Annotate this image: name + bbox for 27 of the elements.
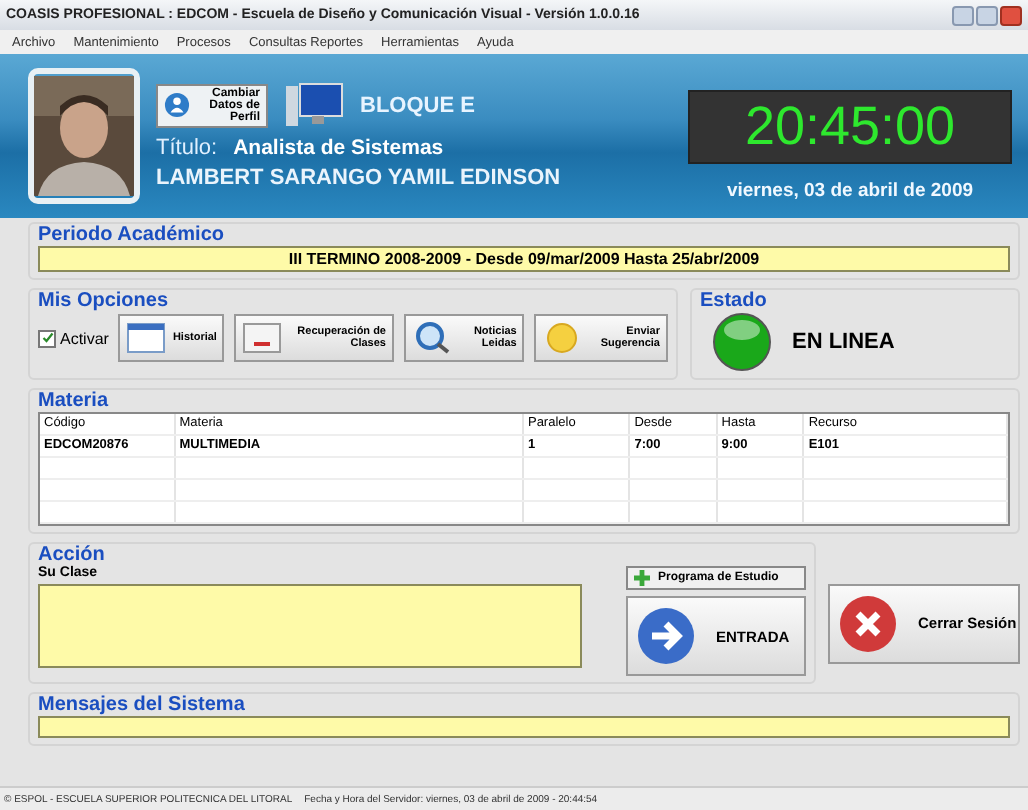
title-value: Analista de Sistemas — [233, 136, 444, 160]
title-label: Título: — [156, 136, 218, 160]
person-icon — [164, 92, 190, 119]
date-label: viernes, 03 de abril de 2009 — [726, 180, 974, 202]
user-name: LAMBERT SARANGO YAMIL EDINSON — [156, 166, 563, 190]
section-heading: Materia — [38, 390, 111, 412]
section-heading: Estado — [700, 290, 769, 312]
section-heading: Periodo Académico — [38, 224, 226, 246]
circle-icon — [542, 322, 583, 354]
minimize-button[interactable] — [952, 5, 974, 25]
close-icon — [838, 593, 898, 653]
section-heading: Mis Opciones — [38, 290, 171, 312]
search-icon — [412, 322, 452, 354]
section-heading: Mensajes del Sistema — [38, 694, 247, 716]
block-label: BLOQUE E — [360, 94, 475, 118]
activate-checkbox[interactable]: Activar — [38, 329, 109, 347]
check-icon — [41, 332, 53, 344]
plus-icon — [634, 570, 650, 586]
clock-display: 20:45:00 — [688, 90, 1012, 164]
window-icon — [126, 322, 167, 354]
monitor-icon — [284, 82, 344, 130]
status-text: EN LINEA — [792, 330, 895, 354]
period-field: III TERMINO 2008-2009 - Desde 09/mar/2009 Hasta 25/abr/2009 — [38, 246, 1010, 272]
section-heading: Acción — [38, 544, 107, 566]
close-button[interactable] — [1000, 5, 1022, 25]
document-icon — [242, 322, 283, 354]
class-field[interactable] — [38, 584, 582, 668]
